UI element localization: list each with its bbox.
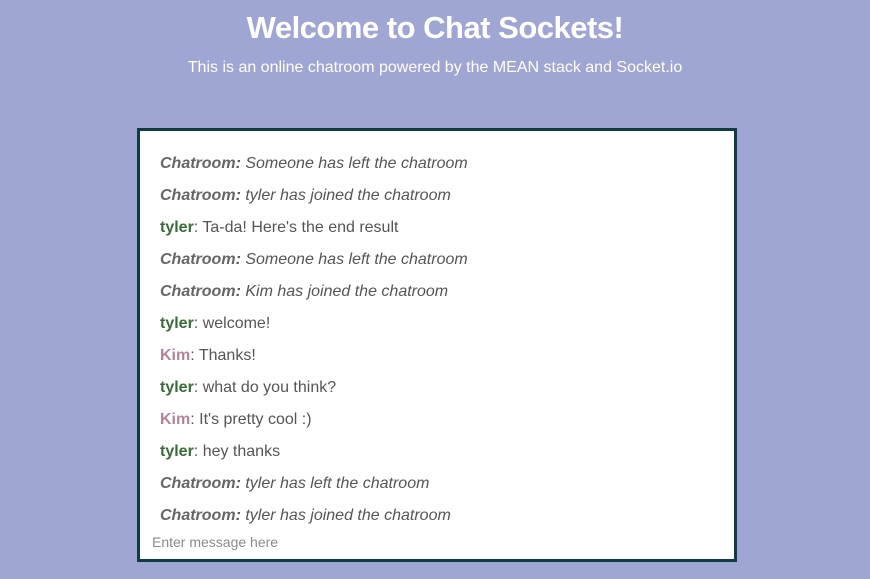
message-text: Someone has left the chatroom [245, 155, 468, 172]
message-separator: : [193, 379, 203, 396]
message-text: tyler has joined the chatroom [245, 187, 451, 204]
message-input-row [140, 525, 734, 559]
message-item: Chatroom: tyler has joined the chatroom [160, 506, 451, 525]
message-text: welcome! [202, 315, 271, 332]
message-text: It's pretty cool :) [199, 411, 312, 428]
message-text: Kim has joined the chatroom [245, 283, 449, 300]
message-text: Someone has left the chatroom [245, 251, 468, 268]
message-item: tyler: what do you think? [160, 378, 336, 398]
message-author: Chatroom [160, 187, 236, 204]
message-author: Chatroom [160, 283, 236, 300]
message-list[interactable]: Chatroom: Someone has left the chatroom … [140, 131, 734, 528]
message-item: tyler: Ta-da! Here's the end result [160, 218, 398, 238]
page-title: Welcome to Chat Sockets! [246, 10, 624, 45]
message-item: tyler: hey thanks [160, 442, 280, 462]
message-separator: : [235, 155, 246, 172]
message-item: Chatroom: Kim has joined the chatroom [160, 282, 448, 302]
message-author: tyler [160, 315, 194, 332]
message-separator: : [235, 475, 246, 492]
message-item: Chatroom: Someone has left the chatroom [160, 250, 468, 270]
message-item: tyler: welcome! [160, 314, 270, 334]
message-author: Chatroom [160, 475, 236, 492]
message-item: Chatroom: tyler has left the chatroom [160, 474, 429, 494]
message-item: Chatroom: Someone has left the chatroom [160, 154, 468, 174]
message-author: Chatroom [160, 251, 236, 268]
message-author: tyler [160, 379, 194, 396]
message-text: hey thanks [202, 443, 281, 460]
message-separator: : [235, 187, 246, 204]
message-item: Kim: Thanks! [160, 346, 256, 366]
message-separator: : [193, 315, 203, 332]
message-separator: : [193, 443, 203, 460]
message-input[interactable] [140, 525, 734, 559]
message-author: Kim [160, 347, 191, 364]
message-separator: : [235, 507, 246, 524]
chat-box: Chatroom: Someone has left the chatroom … [137, 128, 737, 562]
message-text: Thanks! [198, 347, 256, 364]
message-text: what do you think? [202, 379, 337, 396]
message-author: Chatroom [160, 507, 236, 524]
message-author: tyler [160, 219, 194, 236]
message-author: Kim [160, 411, 191, 428]
message-separator: : [235, 251, 246, 268]
message-text: Ta-da! Here's the end result [202, 219, 399, 236]
message-text: tyler has joined the chatroom [245, 507, 451, 524]
message-author: tyler [160, 443, 194, 460]
message-separator: : [190, 347, 199, 364]
message-text: tyler has left the chatroom [245, 475, 430, 492]
message-separator: : [235, 283, 246, 300]
message-item: Kim: It's pretty cool :) [160, 410, 312, 430]
message-separator: : [190, 411, 200, 428]
message-author: Chatroom [160, 155, 236, 172]
page-subtitle: This is an online chatroom powered by th… [187, 59, 683, 76]
message-item: Chatroom: tyler has joined the chatroom [160, 186, 451, 206]
